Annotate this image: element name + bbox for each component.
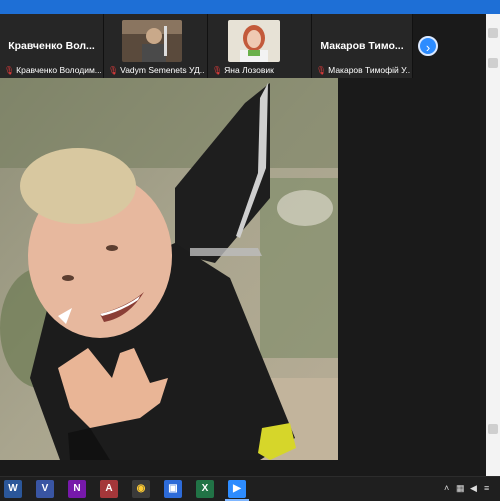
gallery-strip: Кравченко Вол... 🎙 Кравченко Володим... … [0, 14, 413, 78]
caret-up-icon[interactable]: ˄ [444, 483, 449, 493]
panel-icon[interactable] [488, 28, 498, 38]
main-stage [0, 78, 486, 476]
mic-muted-icon: 🎙 [108, 65, 119, 75]
onenote-icon[interactable]: N [68, 480, 86, 498]
participant-label: Макаров Тимофій У... [328, 65, 410, 75]
participant-name: Кравченко Вол... [8, 40, 95, 52]
language-icon[interactable]: ≡ [484, 483, 489, 493]
chevron-right-icon: › [425, 40, 431, 55]
side-panel [486, 14, 500, 476]
access-icon[interactable]: A [100, 480, 118, 498]
mic-muted-icon: 🎙 [212, 65, 223, 75]
floppy-icon[interactable]: ▣ [164, 480, 182, 498]
taskbar: W V N A ◉ ▣ X ▶ ˄ ▦ ◀ ≡ [0, 476, 500, 501]
participant-tile[interactable]: Кравченко Вол... 🎙 Кравченко Володим... [0, 14, 104, 78]
participant-tile[interactable]: 🎙 Яна Лозовик [208, 14, 312, 78]
panel-icon[interactable] [488, 424, 498, 434]
active-speaker-video[interactable] [0, 78, 338, 460]
chrome-icon[interactable]: ◉ [132, 480, 150, 498]
participant-label: Vadym Semenets УД... [120, 65, 205, 75]
word-icon[interactable]: W [4, 480, 22, 498]
gallery-next-button[interactable]: › [418, 36, 438, 56]
participant-tile[interactable]: 🎙 Vadym Semenets УД... [104, 14, 208, 78]
network-icon[interactable]: ▦ [456, 483, 465, 494]
panel-icon[interactable] [488, 58, 498, 68]
participant-name: Макаров Тимо... [320, 40, 404, 52]
zoom-icon[interactable]: ▶ [228, 480, 246, 498]
mic-muted-icon: 🎙 [4, 65, 15, 75]
participant-tile[interactable]: Макаров Тимо... 🎙 Макаров Тимофій У... [312, 14, 413, 78]
participant-label: Кравченко Володим... [16, 65, 101, 75]
participant-video-thumbnail [228, 20, 280, 62]
visio-icon[interactable]: V [36, 480, 54, 498]
mic-muted-icon: 🎙 [316, 65, 327, 75]
participant-label: Яна Лозовик [224, 65, 274, 75]
participant-video-thumbnail [122, 20, 182, 62]
volume-icon[interactable]: ◀ [470, 483, 477, 494]
window-title-bar [0, 0, 500, 14]
excel-icon[interactable]: X [196, 480, 214, 498]
